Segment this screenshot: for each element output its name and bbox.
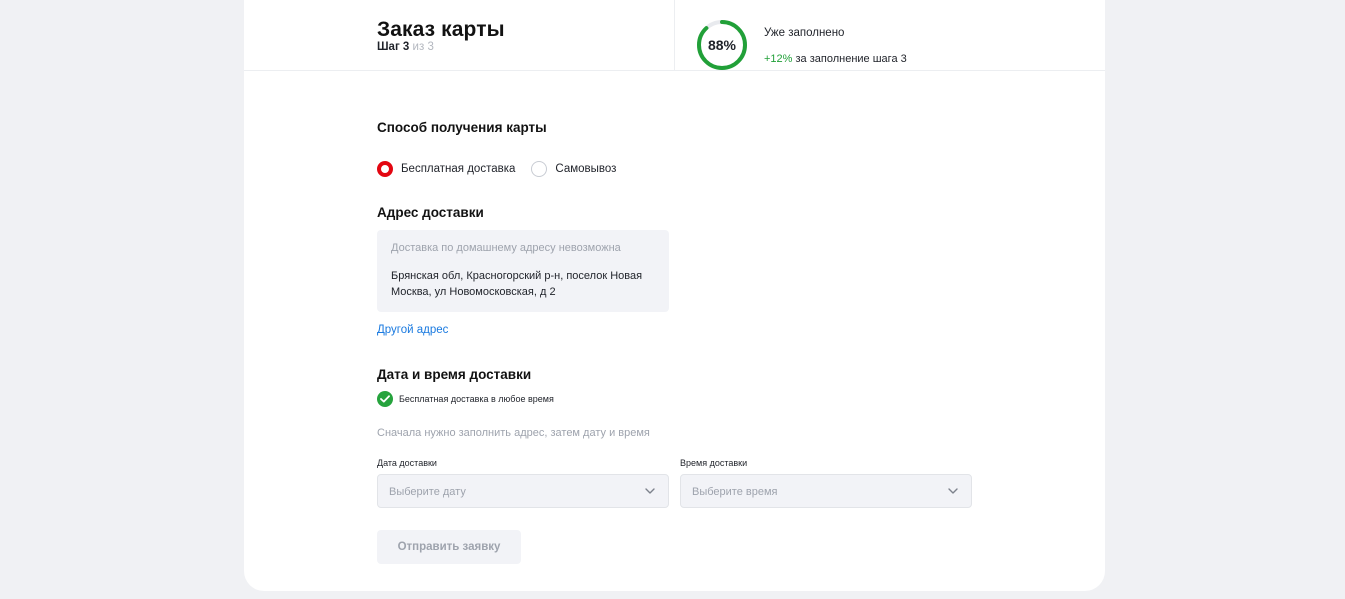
filled-subtitle: +12% за заполнение шага 3: [764, 53, 907, 65]
check-circle-icon: [377, 391, 393, 407]
submit-button[interactable]: Отправить заявку: [377, 530, 521, 564]
delivery-method-options: Бесплатная доставка Самовывоз: [377, 160, 616, 178]
card-header: Заказ карты Шаг 3 из 3 88% Уже заполнено…: [244, 0, 1105, 71]
radio-pickup-label[interactable]: Самовывоз: [555, 163, 616, 175]
address-title: Адрес доставки: [377, 205, 484, 220]
datetime-hint: Сначала нужно заполнить адрес, затем дат…: [377, 427, 650, 439]
chevron-down-icon: [948, 488, 958, 494]
address-box: Доставка по домашнему адресу невозможна …: [377, 230, 669, 312]
time-placeholder: Выберите время: [692, 486, 778, 498]
radio-pickup[interactable]: [531, 161, 548, 177]
filled-title: Уже заполнено: [764, 27, 845, 39]
chevron-down-icon: [645, 488, 655, 494]
date-label: Дата доставки: [377, 458, 437, 468]
header-divider: [674, 0, 675, 71]
date-placeholder: Выберите дату: [389, 486, 466, 498]
date-select[interactable]: Выберите дату: [377, 474, 669, 508]
filled-plus: +12%: [764, 53, 793, 65]
filled-sub-text: за заполнение шага 3: [795, 53, 907, 65]
address-note: Доставка по домашнему адресу невозможна: [391, 242, 621, 254]
time-select[interactable]: Выберите время: [680, 474, 972, 508]
other-address-link[interactable]: Другой адрес: [377, 324, 448, 336]
step-indicator: Шаг 3 из 3: [377, 41, 434, 53]
order-card: Заказ карты Шаг 3 из 3 88% Уже заполнено…: [244, 0, 1105, 591]
progress-value: 88%: [707, 37, 737, 53]
time-label: Время доставки: [680, 458, 748, 468]
radio-free-delivery-label[interactable]: Бесплатная доставка: [401, 163, 515, 175]
delivery-method-title: Способ получения карты: [377, 120, 547, 135]
page-title: Заказ карты: [377, 18, 505, 41]
step-total: из 3: [412, 41, 434, 53]
radio-free-delivery[interactable]: [377, 161, 393, 177]
step-current: Шаг 3: [377, 41, 410, 53]
free-delivery-badge: Бесплатная доставка в любое время: [377, 391, 554, 407]
address-value: Брянская обл, Красногорский р-н, поселок…: [391, 270, 643, 298]
free-delivery-text: Бесплатная доставка в любое время: [399, 394, 554, 404]
datetime-title: Дата и время доставки: [377, 367, 532, 382]
